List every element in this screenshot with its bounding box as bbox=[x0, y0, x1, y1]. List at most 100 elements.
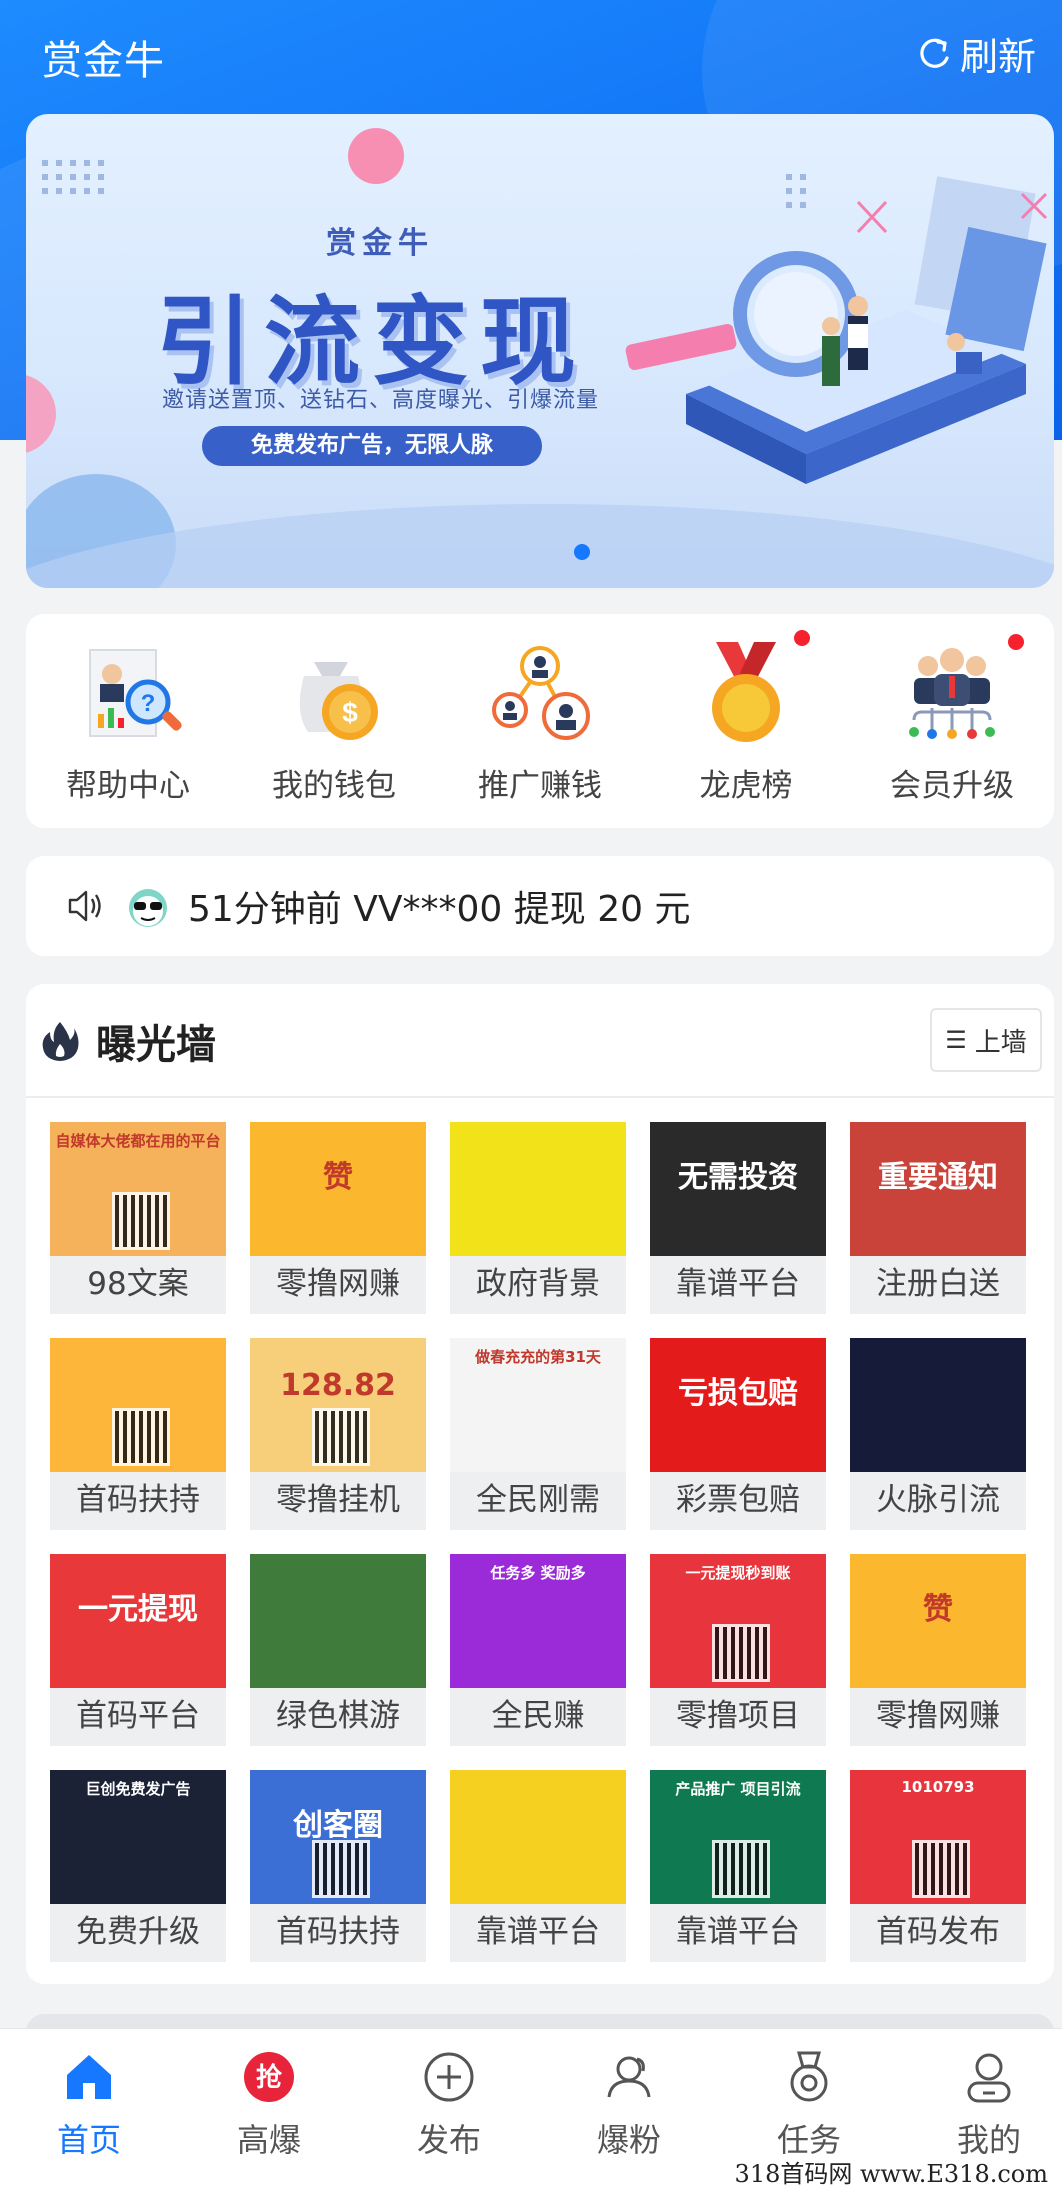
menu-item-promote[interactable]: 推广赚钱 bbox=[440, 632, 640, 805]
qr-code-icon bbox=[712, 1624, 770, 1682]
tile-image bbox=[850, 1338, 1026, 1472]
exposure-tile[interactable]: 创客圈 首码扶持 bbox=[250, 1770, 426, 1962]
menu-item-wallet[interactable]: $ 我的钱包 bbox=[234, 632, 434, 805]
plus-circle-icon bbox=[424, 2052, 474, 2102]
exposure-tile[interactable]: 赞零撸网赚 bbox=[850, 1554, 1026, 1746]
tile-image-text: 128.82 bbox=[280, 1368, 396, 1403]
tile-image bbox=[50, 1338, 226, 1472]
exposure-tile[interactable]: 一元提现秒到账 零撸项目 bbox=[650, 1554, 826, 1746]
exposure-tile[interactable]: 火脉引流 bbox=[850, 1338, 1026, 1530]
exposure-tile[interactable]: 绿色棋游 bbox=[250, 1554, 426, 1746]
exposure-tile[interactable]: 产品推广 项目引流靠谱平台 bbox=[650, 1770, 826, 1962]
member-badge-dot bbox=[1008, 634, 1024, 650]
qr-code-icon bbox=[712, 1840, 770, 1898]
promo-banner[interactable]: 赏金牛 引流变现 邀请送置顶、送钻石、高度曝光、引爆流量 免费发布广告，无限人脉 bbox=[26, 114, 1054, 588]
tab-publish[interactable]: 发布 bbox=[374, 2049, 524, 2161]
tile-image: 自媒体大佬都在用的平台 bbox=[50, 1122, 226, 1256]
ranking-badge-dot bbox=[794, 630, 810, 646]
tile-label: 零撸网赚 bbox=[250, 1256, 426, 1314]
tile-label: 首码扶持 bbox=[50, 1472, 226, 1530]
menu-item-member-upgrade[interactable]: 会员升级 bbox=[852, 632, 1052, 805]
tile-label: 免费升级 bbox=[50, 1904, 226, 1962]
withdraw-notice-bar[interactable]: 51分钟前 VV***00 提现 20 元 bbox=[26, 856, 1054, 956]
tile-label: 首码发布 bbox=[850, 1904, 1026, 1962]
tab-label: 爆粉 bbox=[596, 2121, 661, 2159]
tile-label: 首码平台 bbox=[50, 1688, 226, 1746]
tile-image-text: 赞 bbox=[923, 1592, 953, 1627]
tile-image-text: 亏损包赔 bbox=[678, 1376, 798, 1411]
exposure-tile[interactable]: 首码扶持 bbox=[50, 1338, 226, 1530]
app-title: 赏金牛 bbox=[42, 38, 165, 84]
tile-image-text: 无需投资 bbox=[678, 1160, 798, 1195]
tile-label: 靠谱平台 bbox=[650, 1904, 826, 1962]
badge-icon bbox=[790, 2051, 828, 2102]
tile-label: 零撸挂机 bbox=[250, 1472, 426, 1530]
exposure-tile[interactable]: 重要通知 注册白送 bbox=[850, 1122, 1026, 1314]
tile-label: 全民赚 bbox=[450, 1688, 626, 1746]
exposure-tile[interactable]: 亏损包赔 彩票包赔 bbox=[650, 1338, 826, 1530]
home-icon bbox=[67, 2055, 111, 2099]
tile-image-text: 巨创免费发广告 bbox=[85, 1780, 191, 1798]
exposure-wall-title: 曝光墙 bbox=[96, 1022, 216, 1068]
tile-image-text: 1010793 bbox=[901, 1778, 975, 1796]
site-watermark: 318首码网 www.E318.com bbox=[734, 2160, 1048, 2188]
tile-image bbox=[450, 1122, 626, 1256]
svg-text:抢: 抢 bbox=[256, 2062, 283, 2093]
tab-fans[interactable]: 爆粉 bbox=[554, 2049, 704, 2161]
tile-image-text: 重要通知 bbox=[878, 1160, 998, 1195]
users-icon bbox=[607, 2056, 651, 2098]
tile-label: 靠谱平台 bbox=[650, 1256, 826, 1314]
exposure-tile[interactable]: 自媒体大佬都在用的平台 98文案 bbox=[50, 1122, 226, 1314]
tab-mine[interactable]: 我的 bbox=[914, 2049, 1062, 2161]
menu-label: 推广赚钱 bbox=[478, 768, 602, 804]
exposure-tile[interactable]: 赞零撸网赚 bbox=[250, 1122, 426, 1314]
qr-code-icon bbox=[312, 1840, 370, 1898]
tile-label: 零撸网赚 bbox=[850, 1688, 1026, 1746]
exposure-tile[interactable]: 1010793 首码发布 bbox=[850, 1770, 1026, 1962]
svg-text:$: $ bbox=[342, 697, 358, 728]
menu-item-help-center[interactable]: ? 帮助中心 bbox=[28, 632, 228, 805]
go-on-wall-button[interactable]: ☰ 上墙 bbox=[930, 1008, 1042, 1072]
tile-label: 首码扶持 bbox=[250, 1904, 426, 1962]
exposure-tile[interactable]: 任务多 奖励多 全民赚 bbox=[450, 1554, 626, 1746]
exposure-tile[interactable]: 政府背景 bbox=[450, 1122, 626, 1314]
tile-image: 1010793 bbox=[850, 1770, 1026, 1904]
tile-image: 一元提现秒到账 bbox=[650, 1554, 826, 1688]
top-bar: 赏金牛 刷新 bbox=[0, 0, 1062, 106]
grab-icon: 抢 bbox=[244, 2052, 294, 2102]
user-avatar-icon bbox=[129, 889, 167, 927]
tile-image: 做春充充的第31天 bbox=[450, 1338, 626, 1472]
tile-image-text: 赞 bbox=[323, 1160, 353, 1195]
menu-item-ranking[interactable]: 龙虎榜 bbox=[646, 630, 846, 805]
svg-text:?: ? bbox=[141, 690, 156, 717]
refresh-button[interactable]: 刷新 bbox=[914, 26, 1036, 81]
exposure-tile[interactable]: 做春充充的第31天 全民刚需 bbox=[450, 1338, 626, 1530]
tile-image-text: 一元提现秒到账 bbox=[685, 1564, 791, 1582]
menu-label: 龙虎榜 bbox=[699, 768, 793, 804]
tile-image-text: 一元提现 bbox=[78, 1592, 198, 1627]
tile-image-text: 产品推广 项目引流 bbox=[675, 1780, 801, 1798]
tile-image: 亏损包赔 bbox=[650, 1338, 826, 1472]
tile-image: 无需投资 bbox=[650, 1122, 826, 1256]
go-on-wall-label: 上墙 bbox=[974, 1027, 1027, 1058]
exposure-tile[interactable]: 128.82 零撸挂机 bbox=[250, 1338, 426, 1530]
promote-icon bbox=[492, 646, 590, 740]
tile-label: 火脉引流 bbox=[850, 1472, 1026, 1530]
exposure-tile[interactable]: 巨创免费发广告免费升级 bbox=[50, 1770, 226, 1962]
exposure-tile[interactable]: 一元提现 首码平台 bbox=[50, 1554, 226, 1746]
speaker-icon bbox=[68, 890, 101, 922]
menu-label: 我的钱包 bbox=[272, 768, 396, 804]
exposure-tile[interactable]: 无需投资 靠谱平台 bbox=[650, 1122, 826, 1314]
profile-icon bbox=[967, 2053, 1011, 2103]
tab-grab[interactable]: 抢 高爆 bbox=[194, 2049, 344, 2161]
notice-text: 51分钟前 VV***00 提现 20 元 bbox=[188, 889, 691, 930]
banner-page-indicator[interactable] bbox=[574, 544, 590, 560]
tab-tasks[interactable]: 任务 bbox=[734, 2049, 884, 2161]
tab-label: 首页 bbox=[56, 2121, 121, 2159]
exposure-wall: 曝光墙 ☰ 上墙 自媒体大佬都在用的平台 98文案赞零撸网赚 政府背景 无需投资 靠谱平… bbox=[26, 984, 1054, 1984]
exposure-tile[interactable]: 靠谱平台 bbox=[450, 1770, 626, 1962]
tile-image: 128.82 bbox=[250, 1338, 426, 1472]
qr-code-icon bbox=[312, 1408, 370, 1466]
tile-label: 注册白送 bbox=[850, 1256, 1026, 1314]
tab-home[interactable]: 首页 bbox=[14, 2049, 164, 2161]
